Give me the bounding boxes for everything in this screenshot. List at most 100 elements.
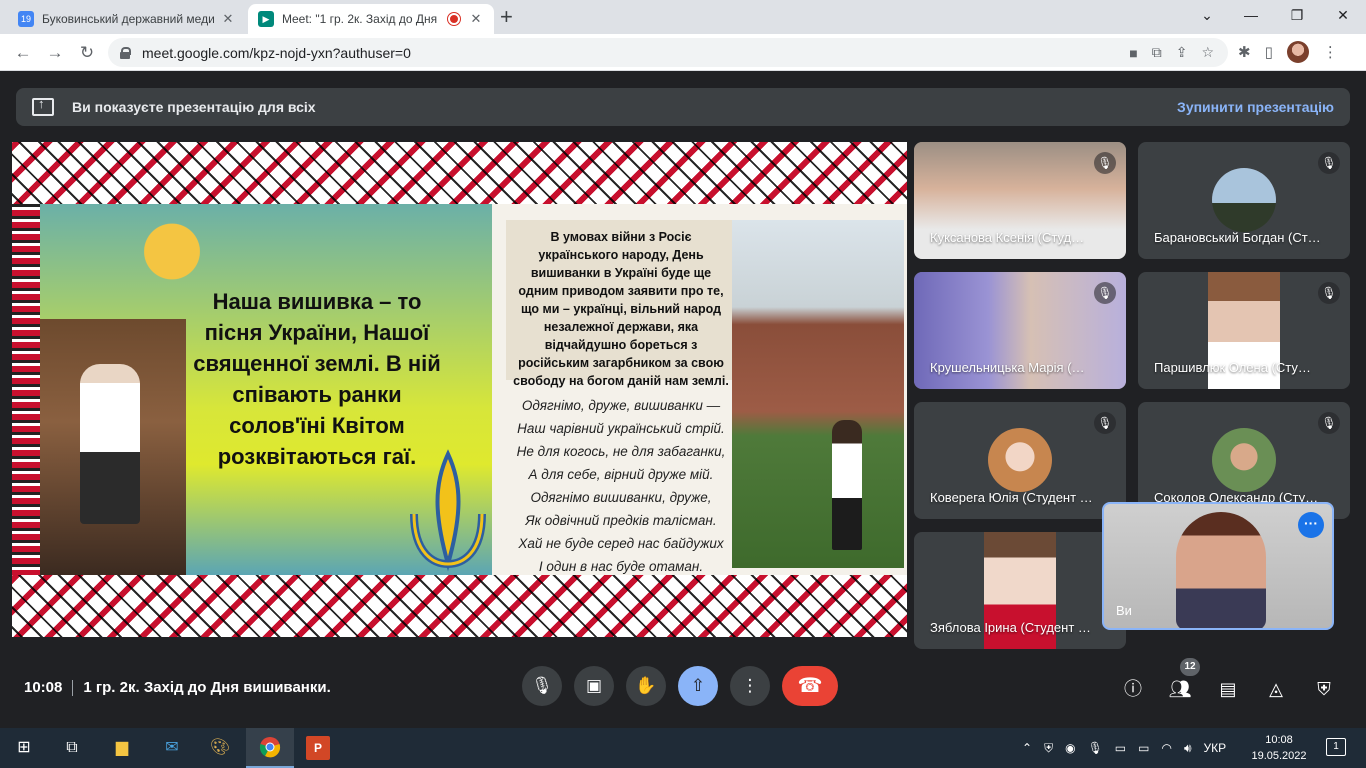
- presenting-text: Ви показуєте презентацію для всіх: [72, 99, 316, 115]
- participant-tile[interactable]: 🎙︎ Коверега Юлія (Студент …: [914, 402, 1126, 519]
- show-hidden-icons-icon[interactable]: ⌃: [1022, 741, 1032, 755]
- poem-line: Наш чарівний український стрій.: [517, 421, 725, 436]
- clock-date: 19.05.2022: [1251, 750, 1307, 762]
- powerpoint-icon[interactable]: P: [306, 736, 330, 760]
- reload-icon[interactable]: ↻: [74, 40, 100, 66]
- meeting-info: 10:08 1 гр. 2к. Захід до Дня вишиванки.: [24, 679, 331, 697]
- browser-tab-university[interactable]: 19 Буковинський державний меди ✕: [8, 4, 246, 34]
- windows-taskbar: ⊞ ⧉ ▆ ✉ 🎨︎ P ⌃ ⛨ ◉ 🎙︎ ▭ ▭ ◠ 🔊︎ УКР 10:08…: [0, 728, 1366, 768]
- new-tab-button[interactable]: +: [500, 6, 513, 28]
- mic-muted-icon: 🎙︎: [1094, 152, 1116, 174]
- camera-tray-icon[interactable]: ◉: [1065, 741, 1075, 755]
- chat-icon[interactable]: ▤: [1215, 676, 1241, 702]
- extensions-puzzle-icon[interactable]: ✱: [1238, 43, 1251, 61]
- volume-icon[interactable]: 🔊︎: [1184, 741, 1192, 756]
- meet-tray-icon[interactable]: ▭: [1115, 741, 1126, 755]
- activities-icon[interactable]: ◬: [1263, 676, 1289, 702]
- chrome-logo-icon: [259, 737, 281, 758]
- host-controls-icon[interactable]: ⛨: [1311, 676, 1337, 702]
- url-text: meet.google.com/kpz-nojd-yxn?authuser=0: [142, 44, 411, 61]
- share-icon[interactable]: ⇪: [1176, 44, 1188, 61]
- input-language[interactable]: УКР: [1204, 741, 1227, 755]
- slide-poem: Одягнімо, друже, вишиванки — Наш чарівни…: [506, 394, 736, 578]
- restore-button[interactable]: ❐: [1274, 4, 1320, 26]
- participant-name: Зяблова Ірина (Студент …: [930, 620, 1091, 635]
- close-window-button[interactable]: ✕: [1320, 4, 1366, 26]
- slide-war-statement: В умовах війни з Росіє українського наро…: [506, 220, 736, 388]
- system-tray: ⌃ ⛨ ◉ 🎙︎ ▭ ▭ ◠ 🔊︎ УКР: [1022, 728, 1226, 768]
- raise-hand-button[interactable]: ✋: [626, 666, 666, 706]
- battery-icon[interactable]: ▭: [1138, 741, 1149, 755]
- camera-permission-icon[interactable]: ■: [1129, 45, 1137, 61]
- participant-avatar: [1212, 428, 1276, 492]
- participant-name: Куксанова Ксенія (Студ…: [930, 230, 1085, 245]
- tab-close-icon[interactable]: ✕: [220, 11, 236, 27]
- mic-muted-icon: 🎙︎: [1094, 412, 1116, 434]
- minimize-button[interactable]: —: [1228, 4, 1274, 26]
- presenting-banner: Ви показуєте презентацію для всіх Зупини…: [16, 88, 1350, 126]
- meeting-details-icon[interactable]: ⓘ: [1120, 676, 1146, 702]
- stop-presenting-button[interactable]: Зупинити презентацію: [1177, 99, 1334, 115]
- paint-icon[interactable]: 🎨︎: [208, 736, 232, 760]
- meeting-controls-bar: 10:08 1 гр. 2к. Захід до Дня вишиванки. 🎙…: [0, 654, 1366, 728]
- leave-call-button[interactable]: ☎: [782, 666, 838, 706]
- embroidery-border-bottom: [12, 575, 907, 637]
- file-explorer-icon[interactable]: ▆: [110, 736, 134, 760]
- self-video: [1176, 512, 1266, 628]
- participants-count-badge: 12: [1180, 658, 1200, 676]
- participant-name: Крушельницька Марія (…: [930, 360, 1085, 375]
- lock-icon[interactable]: [120, 46, 131, 59]
- participant-tile[interactable]: 🎙︎ Паршивлюк Олена (Сту…: [1138, 272, 1350, 389]
- more-options-icon[interactable]: ···: [1298, 512, 1324, 538]
- side-panel-icon[interactable]: ▯: [1265, 43, 1273, 61]
- taskbar-clock[interactable]: 10:08 19.05.2022: [1248, 732, 1310, 764]
- windows-start-icon[interactable]: ⊞: [12, 736, 36, 760]
- profile-avatar[interactable]: [1286, 41, 1309, 63]
- notifications-icon[interactable]: 1: [1326, 738, 1346, 756]
- security-shield-icon[interactable]: ⛨: [1044, 741, 1053, 756]
- participant-avatar: [1212, 168, 1276, 232]
- self-name: Ви: [1116, 603, 1132, 618]
- back-arrow-icon[interactable]: ←: [10, 40, 36, 66]
- translate-icon[interactable]: ⧉: [1152, 44, 1162, 61]
- participant-name: Паршивлюк Олена (Сту…: [1154, 360, 1311, 375]
- camera-button[interactable]: ▣: [574, 666, 614, 706]
- slide-left-panel: Наша вишивка – то пісня України, Нашої с…: [12, 204, 492, 576]
- participant-tile[interactable]: 🎙︎ Барановський Богдан (Ст…: [1138, 142, 1350, 259]
- tab-search-icon[interactable]: ⌄: [1184, 4, 1230, 26]
- tab-close-icon[interactable]: ✕: [468, 11, 484, 27]
- participant-tile[interactable]: 🎙︎ Куксанова Ксенія (Студ…: [914, 142, 1126, 259]
- embroidery-border-top: [12, 142, 907, 204]
- wifi-icon[interactable]: ◠: [1161, 741, 1171, 755]
- microphone-tray-icon[interactable]: 🎙︎: [1088, 741, 1103, 755]
- browser-menu-icon[interactable]: ⋮: [1323, 43, 1338, 61]
- meet-main: Ви показуєте презентацію для всіх Зупини…: [0, 72, 1366, 728]
- self-video-tile[interactable]: ··· Ви: [1102, 502, 1334, 630]
- presentation-slide: Наша вишивка – то пісня України, Нашої с…: [12, 142, 907, 637]
- poem-line: Одягнімо вишиванки, друже,: [530, 490, 712, 505]
- microphone-button[interactable]: 🎙︎: [522, 666, 562, 706]
- tab-title: Буковинський державний меди: [42, 12, 215, 26]
- address-bar[interactable]: meet.google.com/kpz-nojd-yxn?authuser=0 …: [108, 38, 1228, 67]
- ornament-strip: [12, 204, 40, 576]
- task-view-icon[interactable]: ⧉: [60, 736, 84, 760]
- browser-tab-meet[interactable]: ▶ Meet: "1 гр. 2к. Захід до Дня ✕: [248, 4, 494, 34]
- present-now-button[interactable]: ⇧: [678, 666, 718, 706]
- participant-tile[interactable]: 🎙︎ Крушельницька Марія (…: [914, 272, 1126, 389]
- photo-girl-vyshyvanka: [40, 319, 186, 576]
- meeting-time: 10:08: [24, 679, 63, 696]
- clock-time: 10:08: [1265, 734, 1293, 746]
- mail-icon[interactable]: ✉: [160, 736, 184, 760]
- browser-tab-strip: 19 Буковинський державний меди ✕ ▶ Meet:…: [0, 0, 1366, 34]
- slide-middle-text: В умовах війни з Росіє українського наро…: [506, 220, 736, 578]
- forward-arrow-icon[interactable]: →: [42, 40, 68, 66]
- poem-line: Хай не буде серед нас байдужих: [518, 536, 724, 551]
- more-options-button[interactable]: ⋮: [730, 666, 770, 706]
- chrome-icon[interactable]: [258, 736, 282, 760]
- bookmark-star-icon[interactable]: ☆: [1201, 44, 1214, 61]
- people-icon[interactable]: 👥︎: [1167, 676, 1193, 702]
- mic-muted-icon: 🎙︎: [1094, 282, 1116, 304]
- calendar-favicon-icon: 19: [18, 11, 34, 27]
- participant-tile[interactable]: Зяблова Ірина (Студент …: [914, 532, 1126, 649]
- mic-muted-icon: 🎙︎: [1318, 412, 1340, 434]
